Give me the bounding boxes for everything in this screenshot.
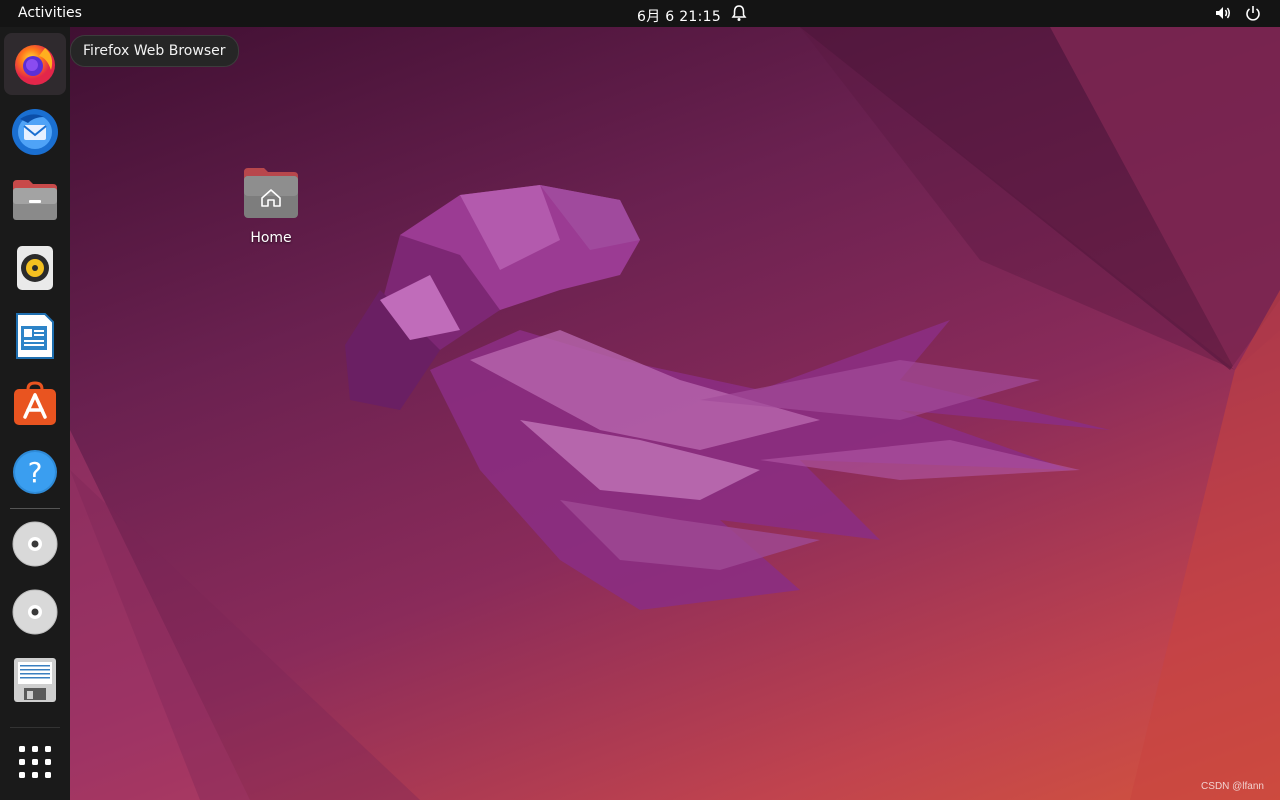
dock-tooltip: Firefox Web Browser [70, 35, 239, 67]
app-grid-icon [19, 746, 51, 778]
clock[interactable]: 6月 6 21:15 [637, 6, 721, 26]
dock-item-help[interactable]: ? [4, 441, 66, 503]
thunderbird-icon [12, 109, 58, 155]
dock-item-files[interactable] [4, 169, 66, 231]
activities-button[interactable]: Activities [18, 5, 82, 21]
volume-icon[interactable] [1214, 4, 1232, 22]
dock-item-thunderbird[interactable] [4, 101, 66, 163]
home-label: Home [250, 230, 292, 246]
help-icon: ? [13, 450, 57, 494]
dock: ? [0, 27, 70, 800]
notification-bell-icon[interactable] [731, 4, 747, 22]
desktop-wallpaper [0, 0, 1280, 800]
dock-item-disc-2[interactable] [4, 581, 66, 643]
desktop-home-folder[interactable]: Home [236, 164, 306, 246]
dock-item-writer[interactable] [4, 305, 66, 367]
files-icon [13, 180, 57, 220]
disc-icon [12, 521, 58, 567]
software-store-icon [14, 381, 56, 425]
dock-item-disc-1[interactable] [4, 513, 66, 575]
rhythmbox-icon [17, 246, 53, 290]
dock-item-firefox[interactable] [4, 33, 66, 95]
firefox-icon [15, 45, 55, 85]
writer-icon [16, 313, 54, 359]
dock-item-show-applications[interactable] [4, 731, 66, 793]
dock-item-floppy[interactable] [4, 649, 66, 711]
home-folder-icon [244, 168, 298, 218]
floppy-icon [14, 658, 56, 702]
svg-text:?: ? [28, 456, 43, 489]
top-bar: Activities 6月 6 21:15 [0, 0, 1280, 27]
power-icon[interactable] [1244, 4, 1262, 22]
dock-item-rhythmbox[interactable] [4, 237, 66, 299]
watermark: CSDN @lfann [1201, 781, 1264, 792]
dock-separator [10, 508, 60, 509]
jellyfish-artwork [70, 27, 1280, 800]
disc-icon [12, 589, 58, 635]
dock-item-software[interactable] [4, 373, 66, 435]
dock-separator-bottom [10, 727, 60, 728]
